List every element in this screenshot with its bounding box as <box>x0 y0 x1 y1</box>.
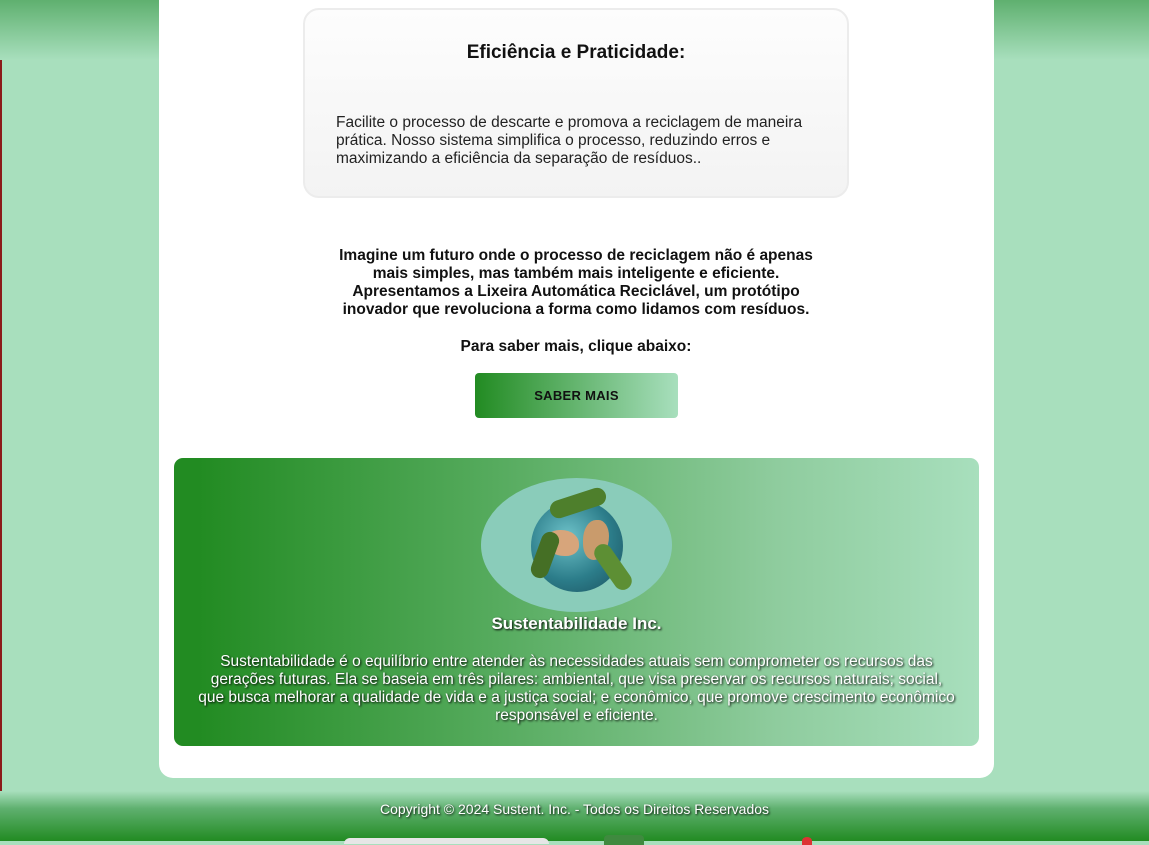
company-name: Sustentabilidade Inc. <box>491 614 662 633</box>
feature-card: Eficiência e Praticidade: Facilite o pro… <box>303 8 849 198</box>
logo-badge <box>481 478 672 612</box>
copyright-text: Copyright © 2024 Sustent. Inc. - Todos o… <box>379 801 770 817</box>
footer-input-edge[interactable] <box>344 838 549 844</box>
cta-prompt: Para saber mais, clique abaixo: <box>460 338 692 355</box>
footer-button-edge[interactable] <box>604 835 644 845</box>
about-description: Sustentabilidade é o equilíbrio entre at… <box>198 653 955 724</box>
footer-icon-edge[interactable] <box>802 837 812 845</box>
footer-widgets <box>0 835 1149 845</box>
footer: Copyright © 2024 Sustent. Inc. - Todos o… <box>0 791 1149 845</box>
recycling-globe-icon <box>528 485 636 594</box>
feature-description: Facilite o processo de descarte e promov… <box>336 114 803 167</box>
saber-mais-button[interactable]: SABER MAIS <box>475 373 678 418</box>
about-panel: Sustentabilidade Inc. Sustentabilidade é… <box>174 458 979 746</box>
page-left-border <box>0 0 2 841</box>
intro-paragraph: Imagine um futuro onde o processo de rec… <box>339 247 813 318</box>
feature-title: Eficiência e Praticidade: <box>466 42 686 63</box>
